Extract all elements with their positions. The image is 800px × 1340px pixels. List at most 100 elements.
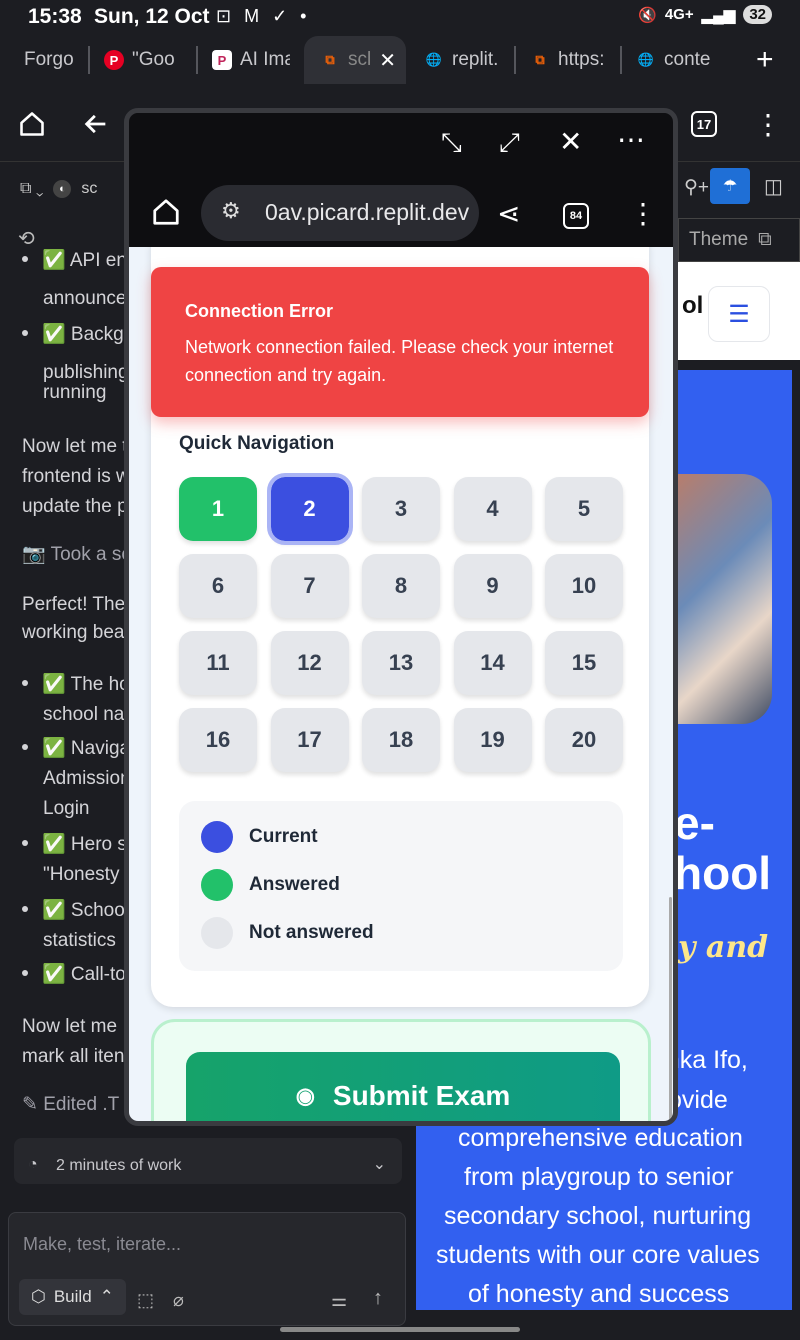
hero-text-line: of honesty and success <box>468 1280 730 1308</box>
question-button-14[interactable]: 14 <box>453 631 532 695</box>
close-icon[interactable]: ✕ <box>559 125 582 158</box>
chevron-down-icon: ⌄ <box>372 1156 386 1173</box>
question-button-6[interactable]: 6 <box>179 554 257 618</box>
tab-replit[interactable]: 🌐 replit. <box>424 36 504 84</box>
build-mode-button[interactable]: ⬡ Build ⌃ <box>19 1279 126 1315</box>
tab-active-school[interactable]: ⧉ scl ✕ <box>304 36 406 84</box>
tab-https[interactable]: ⧉ https: <box>530 36 608 84</box>
camera-icon: 📷 <box>22 544 51 565</box>
theme-button[interactable]: Theme ⧉ <box>678 218 800 262</box>
settings-sliders-icon[interactable]: ⚌ <box>331 1285 347 1315</box>
plus-icon: + <box>756 43 774 76</box>
close-tab-icon[interactable]: ✕ <box>379 48 396 73</box>
popup-tab-count[interactable]: 84 <box>563 203 589 229</box>
question-button-8[interactable]: 8 <box>362 554 440 618</box>
split-view-icon[interactable]: ◫ <box>764 174 783 199</box>
bullet-dot <box>22 744 28 750</box>
cube-icon: ⬡ <box>31 1287 46 1306</box>
question-button-4[interactable]: 4 <box>453 477 532 541</box>
tab-label: AI Ima <box>240 49 290 70</box>
tab-ai-image[interactable]: P AI Ima <box>212 36 290 84</box>
site-settings-icon[interactable]: ⚙ <box>221 198 241 224</box>
agent-action-row: ✎ Edited .T <box>22 1090 119 1120</box>
tab-content[interactable]: 🌐 conte <box>636 36 716 84</box>
question-button-10[interactable]: 10 <box>545 554 623 618</box>
new-tab-button[interactable]: + <box>756 36 792 84</box>
chat-text: statistics <box>43 930 116 951</box>
chat-line: ✅ Schoo <box>22 896 125 926</box>
work-summary: 2 minutes of work <box>56 1157 182 1174</box>
attach-icon[interactable]: ⌀ <box>173 1285 184 1315</box>
question-button-1[interactable]: 1 <box>179 477 257 541</box>
bullet-dot <box>22 330 28 336</box>
question-button-5[interactable]: 5 <box>545 477 623 541</box>
question-button-20[interactable]: 20 <box>545 708 623 772</box>
current-dot <box>201 821 233 853</box>
status-bar: 15:38 Sun, 12 Oct ⊡ M ✓ • 🔇 4G+ ▂▄▆ 32 <box>0 0 800 34</box>
more-vertical-icon[interactable]: ⋮ <box>629 197 657 230</box>
deploy-icon[interactable]: ☂ <box>710 168 750 204</box>
speedometer-icon: ◔ <box>28 1156 38 1173</box>
question-button-19[interactable]: 19 <box>453 708 532 772</box>
chat-text: ✅ Hero s <box>42 834 127 855</box>
chat-line: announce <box>43 284 126 314</box>
chat-line: ✅ Naviga <box>22 734 130 764</box>
question-button-18[interactable]: 18 <box>362 708 440 772</box>
globe-icon: 🌐 <box>637 52 655 67</box>
chat-line: ✅ Hero s <box>22 830 127 860</box>
send-arrow-icon[interactable]: ↑ <box>373 1283 383 1313</box>
chat-text: ✅ API en <box>42 250 127 271</box>
tab-label: conte <box>664 49 711 70</box>
tab-label: https: <box>558 49 605 70</box>
bullet-dot <box>22 970 28 976</box>
tab-pinterest[interactable]: P "Goo <box>104 36 184 84</box>
agent-input[interactable]: Make, test, iterate... <box>23 1229 181 1259</box>
question-button-17[interactable]: 17 <box>270 708 349 772</box>
menu-button[interactable]: ⋮ <box>744 100 792 148</box>
hamburger-menu-icon[interactable]: ☰ <box>708 286 770 342</box>
chat-text: Now let me t <box>22 436 128 457</box>
status-right: 🔇 4G+ ▂▄▆ 32 <box>638 5 772 24</box>
submit-exam-button[interactable]: ◉ Submit Exam <box>186 1052 620 1121</box>
chat-line: Perfect! The <box>22 590 125 620</box>
agent-input-box[interactable]: Make, test, iterate... ⬡ Build ⌃ ⬚ ⌀ ⚌ ↑ <box>8 1212 406 1326</box>
ai-image-icon: P <box>212 50 232 70</box>
agent-action-row: 📷 Took a sc <box>22 540 131 570</box>
question-button-11[interactable]: 11 <box>179 631 257 695</box>
question-button-15[interactable]: 15 <box>545 631 623 695</box>
question-button-9[interactable]: 9 <box>453 554 532 618</box>
scrollbar[interactable] <box>669 897 672 1121</box>
tab-label: "Goo <box>132 49 175 70</box>
share-icon[interactable]: ⋖ <box>497 197 520 230</box>
add-user-icon[interactable]: ⚲+ <box>684 176 709 199</box>
tab-strip: Forgo P "Goo P AI Ima ⧉ scl ✕ 🌐 replit. … <box>0 36 800 84</box>
question-button-12[interactable]: 12 <box>270 631 349 695</box>
tab-switcher-button[interactable]: 17 <box>680 100 728 148</box>
chat-text: mark all iten <box>22 1046 125 1067</box>
question-button-7[interactable]: 7 <box>270 554 349 618</box>
question-button-13[interactable]: 13 <box>362 631 440 695</box>
bullet-dot <box>22 256 28 262</box>
chat-text: ✅ Naviga <box>42 738 131 759</box>
question-button-2[interactable]: 2 <box>266 473 353 545</box>
home-button[interactable] <box>8 100 56 148</box>
url-text[interactable]: 0av.picard.replit.dev <box>265 199 469 226</box>
project-switcher[interactable]: ⧉ ⌄ ◐ sc <box>20 174 97 204</box>
site-header: ol ☰ <box>678 262 800 360</box>
select-element-icon[interactable]: ⬚ <box>137 1285 154 1315</box>
replit-icon: ⧉ <box>325 52 335 67</box>
chat-line: ✅ API en <box>22 246 127 276</box>
work-summary-bar[interactable]: ◔ 2 minutes of work ⌄ <box>14 1138 402 1184</box>
minimize-icon[interactable]: ⤡ <box>441 127 462 159</box>
maximize-icon[interactable]: ⤢ <box>499 127 520 159</box>
tab-forgot[interactable]: Forgo <box>24 36 74 84</box>
popup-home-button[interactable] <box>151 197 181 232</box>
gesture-home-bar[interactable] <box>280 1327 520 1332</box>
question-button-16[interactable]: 16 <box>179 708 257 772</box>
more-horizontal-icon[interactable]: ⋯ <box>617 123 645 156</box>
url-bar[interactable]: ⚙ 0av.picard.replit.dev <box>201 185 479 241</box>
question-button-3[interactable]: 3 <box>362 477 440 541</box>
back-button[interactable] <box>72 100 120 148</box>
chat-line: "Honesty <box>43 860 119 890</box>
chat-line: Now let me t <box>22 432 128 462</box>
